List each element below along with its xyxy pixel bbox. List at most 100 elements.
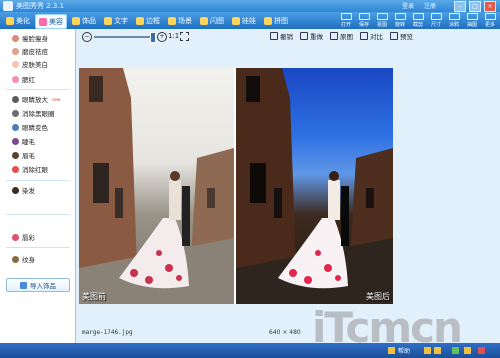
login-link[interactable]: 登录 [402,3,414,10]
puzzle-icon [264,16,272,25]
menu-item-blush[interactable]: 腮红 [12,74,35,84]
size-icon [430,13,442,20]
register-link[interactable]: 注册 [424,3,436,10]
maximize-button[interactable]: □ [469,1,481,12]
zoom-slider-handle[interactable] [150,32,156,43]
rotate-icon [394,13,406,20]
window-controls: – □ × [454,1,496,12]
menu-item-smooth[interactable]: 磨皮祛痘 [12,46,48,56]
beauty-tools-panel: 瘦脸瘦身 磨皮祛痘 皮肤美白 腮红 眼睛放大 new 消除黑眼圈 眼睛变色 睫毛 … [0,29,76,349]
tab-scene[interactable]: 场景 [165,14,195,27]
tray-icon[interactable] [452,347,459,354]
extract-button[interactable]: 抽图 [463,13,481,28]
zoom-slider[interactable] [94,36,152,38]
tool-label: 旋转 [394,22,405,28]
undo-button[interactable]: 撤销 [270,31,293,41]
menu-label: 皮肤美白 [22,61,48,69]
tab-label: 饰品 [82,16,96,25]
tray-icon[interactable] [424,347,431,354]
tray-icon[interactable] [388,347,395,354]
tab-frame[interactable]: 边框 [133,14,163,27]
photo-after-image [236,68,393,304]
tab-puzzle[interactable]: 拼图 [261,14,291,27]
more-icon [484,13,496,20]
menu-item-slim[interactable]: 瘦脸瘦身 [12,33,48,43]
menu-label: 染发 [22,187,35,195]
menu-label: 眉毛 [22,152,35,160]
divider [6,180,70,181]
redeye-icon [12,165,19,173]
photo-canvas[interactable]: 美图前 美图后 [79,68,393,304]
menu-item-hair-dye[interactable]: 染发 [12,185,35,195]
open-button[interactable]: 打开 [337,13,355,28]
brush-icon [6,16,14,25]
tab-flash[interactable]: 闪图 [197,14,227,27]
menu-item-tattoo[interactable]: 纹身 [12,254,35,264]
preview-button[interactable]: 预览 [390,31,413,41]
tab-text[interactable]: 文字 [101,14,131,27]
menu-item-lip[interactable]: 唇彩 [12,232,35,242]
menu-item-eye-color[interactable]: 眼睛变色 [12,122,48,132]
menu-item-redeye[interactable]: 消除红眼 [12,164,48,174]
photo-before-image [79,68,234,304]
zoom-in-button[interactable]: + [157,32,167,42]
tab-label: 边框 [146,16,160,25]
fit-screen-icon[interactable] [180,32,189,41]
tray-icon[interactable] [464,347,471,354]
tab-label: 拼图 [274,16,288,25]
rotate-button[interactable]: 旋转 [391,13,409,28]
import-label: 导入饰品 [30,282,56,290]
help-link[interactable]: 帮助 [398,346,410,355]
title-bar: 美图秀秀 2.3.1 登录 注册 – □ × [0,0,500,12]
eye-icon [12,109,19,117]
menu-item-whiten[interactable]: 皮肤美白 [12,59,48,69]
more-button[interactable]: 更多 [481,13,499,28]
divider [6,214,70,215]
text-icon [104,16,112,25]
flower-icon [72,16,80,25]
menu-label: 瘦脸瘦身 [22,35,48,43]
menu-label: 磨皮祛痘 [22,48,48,56]
menu-item-eye-enlarge[interactable]: 眼睛放大 new [12,94,60,104]
lip-icon [12,233,19,241]
zoom-out-button[interactable]: − [82,32,92,42]
tattoo-icon [12,255,19,263]
tray-icon[interactable] [478,347,485,354]
slim-icon [12,34,19,42]
compare-button[interactable]: 对比 [360,31,383,41]
tool-label: 尺寸 [430,22,441,28]
import-accessory-button[interactable]: 导入饰品 [6,278,70,292]
tool-label: 更多 [484,22,495,28]
tab-label: 场景 [178,16,192,25]
divider [6,247,70,248]
doodle-button[interactable]: 涂鸦 [445,13,463,28]
save-button[interactable]: 保存 [355,13,373,28]
account-links: 登录 注册 [402,1,444,10]
original-button[interactable]: 原图 [330,31,353,41]
zoom-ratio-button[interactable]: 1:1 [168,32,179,40]
minimize-button[interactable]: – [454,1,466,12]
menu-item-dark-circles[interactable]: 消除黑眼圈 [12,108,55,118]
original-icon [330,32,338,40]
menu-label: 唇彩 [22,234,35,242]
preview-icon [390,32,398,40]
lashes-icon [12,137,19,145]
close-button[interactable]: × [484,1,496,12]
tray-icon[interactable] [434,347,441,354]
tab-accessories[interactable]: 饰品 [69,14,99,27]
size-button[interactable]: 尺寸 [427,13,445,28]
tab-strip: 美化 美容 饰品 文字 边框 场景 闪图 娃娃 拼图 [3,14,291,29]
crop-button[interactable]: 截剪 [409,13,427,28]
menu-item-brows[interactable]: 眉毛 [12,150,35,160]
menu-item-lashes[interactable]: 睫毛 [12,136,35,146]
redo-icon [300,32,308,40]
tab-beautify[interactable]: 美化 [3,14,33,27]
smooth-icon [12,47,19,55]
redo-button[interactable]: 重做 [300,31,323,41]
file-name: marge-1746.jpg [82,329,133,336]
tab-doll[interactable]: 娃娃 [229,14,259,27]
doll-icon [232,16,240,25]
cutout-button[interactable]: 抠图 [373,13,391,28]
tab-beauty[interactable]: 美容 [35,14,67,29]
menu-label: 消除红眼 [22,166,48,174]
